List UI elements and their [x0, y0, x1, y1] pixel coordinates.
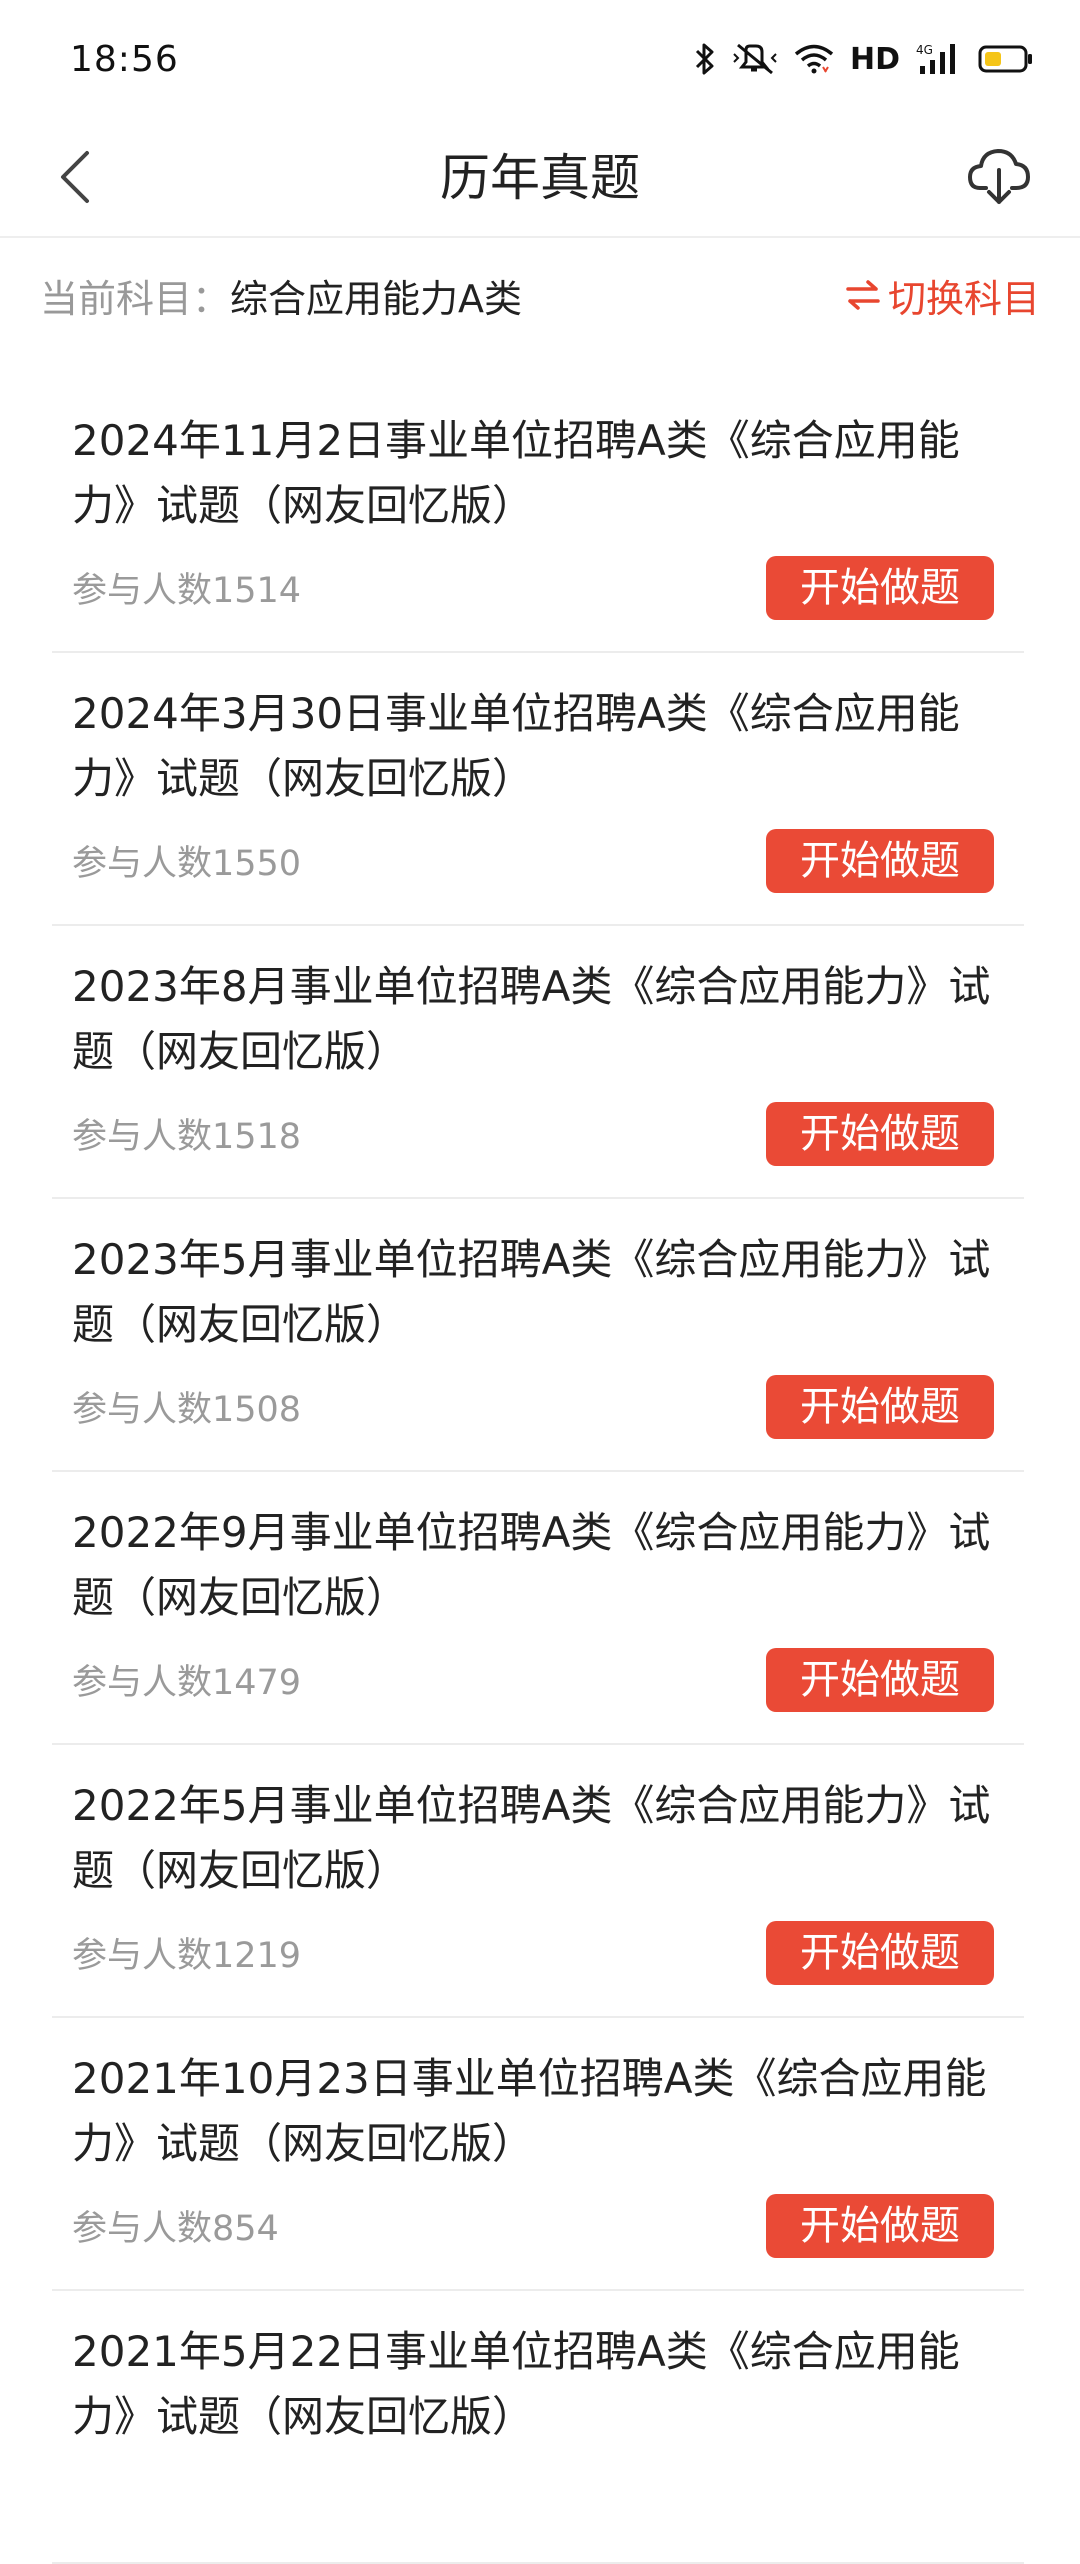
participant-count: 参与人数1518 — [72, 1117, 302, 1157]
start-practice-button[interactable]: 开始做题 — [766, 829, 994, 893]
start-practice-button[interactable]: 开始做题 — [766, 1648, 994, 1712]
battery-icon — [978, 44, 1034, 74]
subject-value: 综合应用能力A类 — [230, 276, 523, 321]
exam-title: 2022年9月事业单位招聘A类《综合应用能力》试题（网友回忆版） — [72, 1508, 991, 1622]
subject-prefix: 当前科目： — [40, 276, 231, 321]
status-time: 18:56 — [70, 38, 179, 80]
cloud-download-icon — [968, 149, 1030, 204]
switch-subject-label: 切换科目 — [887, 276, 1040, 321]
mute-icon — [732, 42, 778, 76]
exam-title: 2023年5月事业单位招聘A类《综合应用能力》试题（网友回忆版） — [72, 1235, 991, 1349]
status-bar: 18:56 HD 4G — [0, 0, 1080, 118]
list-item[interactable]: 2021年10月23日事业单位招聘A类《综合应用能力》试题（网友回忆版） 参与人… — [52, 2018, 1024, 2291]
subject-bar: 当前科目：综合应用能力A类 切换科目 — [0, 240, 1080, 350]
page-title: 历年真题 — [440, 149, 640, 207]
list-item[interactable]: 2023年8月事业单位招聘A类《综合应用能力》试题（网友回忆版） 参与人数151… — [52, 926, 1024, 1199]
network-label: HD — [849, 41, 900, 77]
list-item[interactable]: 2022年5月事业单位招聘A类《综合应用能力》试题（网友回忆版） 参与人数121… — [52, 1745, 1024, 2018]
swap-arrows-icon — [846, 280, 880, 310]
list-item[interactable]: 2024年3月30日事业单位招聘A类《综合应用能力》试题（网友回忆版） 参与人数… — [52, 653, 1024, 926]
participant-count: 参与人数1514 — [72, 571, 302, 611]
participant-count: 参与人数854 — [72, 2209, 279, 2249]
exam-title: 2024年11月2日事业单位招聘A类《综合应用能力》试题（网友回忆版） — [72, 416, 960, 530]
start-practice-button[interactable]: 开始做题 — [766, 1921, 994, 1985]
download-button[interactable] — [956, 132, 1042, 218]
participant-count: 参与人数1479 — [72, 1663, 302, 1703]
exam-list: 2024年11月2日事业单位招聘A类《综合应用能力》试题（网友回忆版） 参与人数… — [52, 380, 1024, 2564]
signal-4g-icon: 4G — [916, 42, 962, 76]
list-item[interactable]: 2022年9月事业单位招聘A类《综合应用能力》试题（网友回忆版） 参与人数147… — [52, 1472, 1024, 1745]
list-item[interactable]: 2024年11月2日事业单位招聘A类《综合应用能力》试题（网友回忆版） 参与人数… — [52, 380, 1024, 653]
participant-count: 参与人数1508 — [72, 1390, 302, 1430]
start-practice-button[interactable]: 开始做题 — [766, 2194, 994, 2258]
participant-count: 参与人数1219 — [72, 1936, 302, 1976]
start-practice-button[interactable]: 开始做题 — [766, 1102, 994, 1166]
start-practice-button[interactable]: 开始做题 — [766, 556, 994, 620]
nav-bar: 历年真题 — [0, 118, 1080, 238]
wifi-icon — [794, 44, 834, 74]
start-practice-button[interactable]: 开始做题 — [766, 1375, 994, 1439]
exam-title: 2021年10月23日事业单位招聘A类《综合应用能力》试题（网友回忆版） — [72, 2054, 987, 2168]
exam-title: 2021年5月22日事业单位招聘A类《综合应用能力》试题（网友回忆版） — [72, 2327, 960, 2441]
participant-count: 参与人数1550 — [72, 844, 302, 884]
svg-text:4G: 4G — [916, 43, 933, 57]
exam-title: 2023年8月事业单位招聘A类《综合应用能力》试题（网友回忆版） — [72, 962, 991, 1076]
list-item[interactable]: 2021年5月22日事业单位招聘A类《综合应用能力》试题（网友回忆版） — [52, 2291, 1024, 2564]
status-icons: HD 4G — [694, 42, 1034, 77]
exam-title: 2024年3月30日事业单位招聘A类《综合应用能力》试题（网友回忆版） — [72, 689, 960, 803]
current-subject: 当前科目：综合应用能力A类 — [40, 268, 522, 323]
exam-title: 2022年5月事业单位招聘A类《综合应用能力》试题（网友回忆版） — [72, 1781, 991, 1895]
list-item[interactable]: 2023年5月事业单位招聘A类《综合应用能力》试题（网友回忆版） 参与人数150… — [52, 1199, 1024, 1472]
bluetooth-icon — [694, 42, 716, 76]
switch-subject-button[interactable]: 切换科目 — [844, 268, 1040, 323]
